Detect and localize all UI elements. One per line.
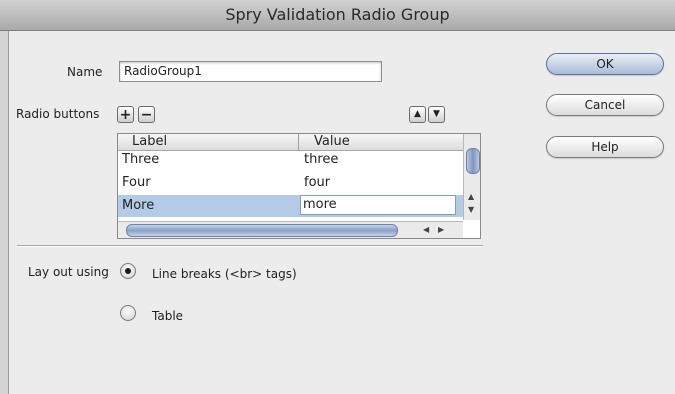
horizontal-scrollbar[interactable]: ◀ ▶ — [118, 221, 463, 238]
name-label: Name — [67, 65, 103, 79]
dialog-content: Name RadioGroup1 Radio buttons + − ▲ ▼ L… — [8, 31, 675, 394]
scroll-up-arrow-icon[interactable]: ▲ — [468, 192, 474, 202]
radio-table[interactable] — [120, 305, 136, 321]
column-header-value[interactable]: Value — [314, 134, 350, 149]
row-label: More — [122, 198, 155, 213]
column-header-label[interactable]: Label — [132, 134, 167, 149]
row-label: Four — [122, 175, 151, 190]
name-field[interactable]: RadioGroup1 — [119, 61, 382, 82]
help-button[interactable]: Help — [546, 136, 664, 158]
radio-line-breaks[interactable] — [120, 263, 136, 279]
scroll-left-arrow-icon[interactable]: ◀ — [423, 225, 429, 235]
remove-radio-button[interactable]: − — [138, 106, 155, 123]
row-value: four — [304, 175, 331, 190]
grid-row[interactable]: Three three — [118, 149, 463, 171]
cancel-button[interactable]: Cancel — [546, 94, 664, 116]
triangle-up-icon: ▲ — [414, 109, 421, 119]
row-label: Three — [122, 152, 160, 167]
window-title: Spry Validation Radio Group — [0, 0, 675, 31]
radio-table-label[interactable]: Table — [152, 309, 183, 323]
move-down-button[interactable]: ▼ — [428, 106, 445, 123]
radio-buttons-label: Radio buttons — [16, 107, 100, 121]
column-divider — [298, 134, 299, 150]
vertical-scroll-thumb[interactable] — [466, 148, 480, 174]
row-value-editor[interactable]: more — [300, 195, 456, 215]
scroll-down-arrow-icon[interactable]: ▼ — [468, 205, 474, 215]
radio-line-breaks-label[interactable]: Line breaks (<br> tags) — [152, 267, 297, 281]
triangle-down-icon: ▼ — [433, 109, 440, 119]
minus-icon: − — [140, 106, 153, 123]
radio-buttons-grid[interactable]: Label Value Three three Four four More m… — [117, 133, 481, 239]
scroll-right-arrow-icon[interactable]: ▶ — [438, 225, 444, 235]
add-radio-button[interactable]: + — [117, 106, 134, 123]
radio-selected-dot — [125, 268, 131, 274]
grid-row-selected[interactable]: More more — [118, 195, 463, 217]
row-value: three — [304, 152, 339, 167]
section-divider — [17, 245, 483, 247]
vertical-scrollbar[interactable]: ▲ ▼ — [463, 134, 480, 220]
plus-icon: + — [119, 106, 132, 123]
ok-button[interactable]: OK — [546, 53, 664, 75]
layout-label: Lay out using — [28, 265, 109, 279]
grid-row[interactable]: Four four — [118, 172, 463, 194]
move-up-button[interactable]: ▲ — [409, 106, 426, 123]
horizontal-scroll-thumb[interactable] — [126, 224, 398, 237]
